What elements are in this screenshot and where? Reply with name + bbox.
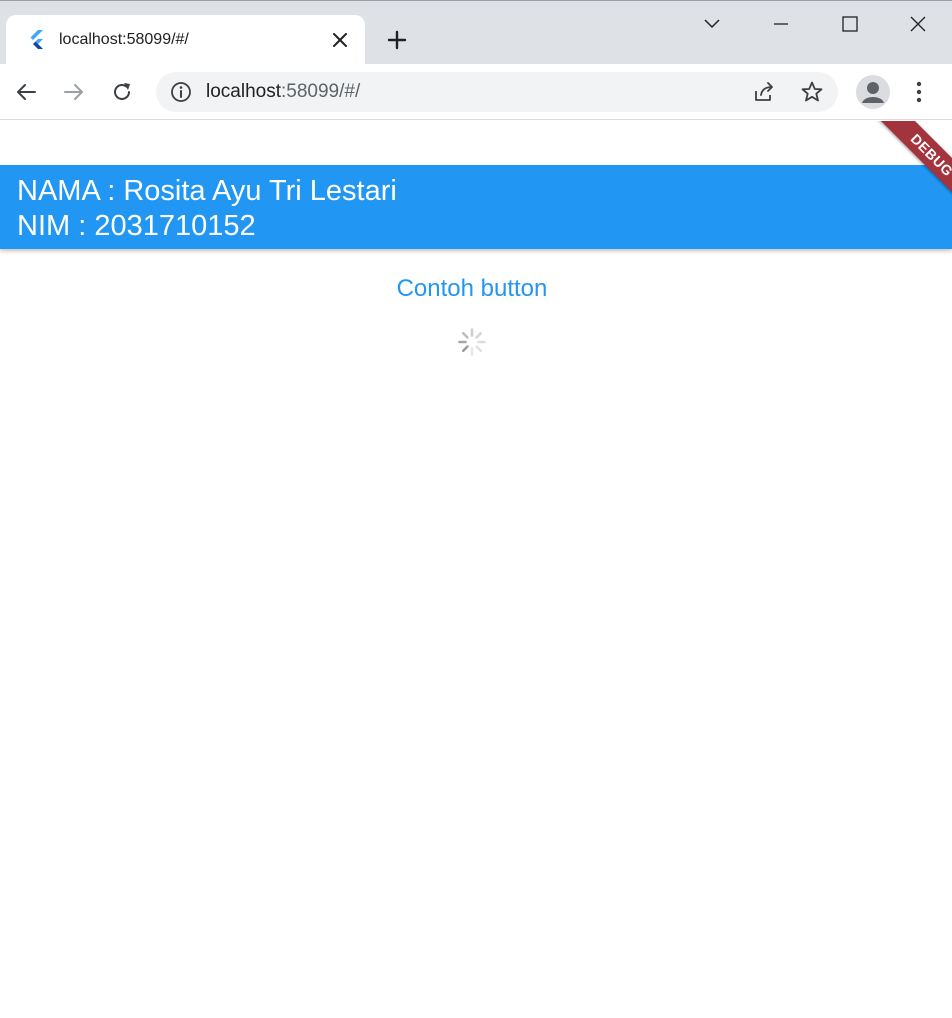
url-text[interactable]: localhost:58099/#/ [206,81,360,103]
app-bar-name: NAMA : Rosita Ayu Tri Lestari [17,175,397,207]
share-icon[interactable] [752,80,776,104]
reload-icon[interactable] [103,73,141,111]
info-icon[interactable] [170,81,192,103]
avatar-icon[interactable] [856,75,890,109]
plus-icon[interactable] [382,25,412,55]
minimize-icon[interactable] [761,7,801,41]
close-icon[interactable] [898,7,938,41]
contoh-button[interactable]: Contoh button [380,269,564,309]
url-path: :58099/#/ [281,81,361,102]
loading-spinner-icon [457,327,487,357]
app-viewport: NAMA : Rosita Ayu Tri Lestari NIM : 2031… [0,121,952,1018]
tab-strip: localhost:58099/#/ [0,0,952,65]
star-icon[interactable] [800,80,824,104]
close-icon[interactable] [328,28,352,52]
browser-toolbar: localhost:58099/#/ [0,64,952,120]
kebab-menu-icon[interactable] [900,73,938,111]
app-bar-nim: NIM : 2031710152 [17,210,256,242]
arrow-left-icon[interactable] [7,73,45,111]
browser-tab[interactable]: localhost:58099/#/ [6,15,365,65]
maximize-icon[interactable] [830,7,870,41]
url-host: localhost [206,81,281,102]
address-bar[interactable]: localhost:58099/#/ [156,72,838,112]
tab-title: localhost:58099/#/ [59,31,189,48]
app-bar: NAMA : Rosita Ayu Tri Lestari NIM : 2031… [0,165,952,249]
chevron-down-icon[interactable] [692,7,732,41]
flutter-icon [26,28,48,50]
arrow-right-icon[interactable] [55,73,93,111]
